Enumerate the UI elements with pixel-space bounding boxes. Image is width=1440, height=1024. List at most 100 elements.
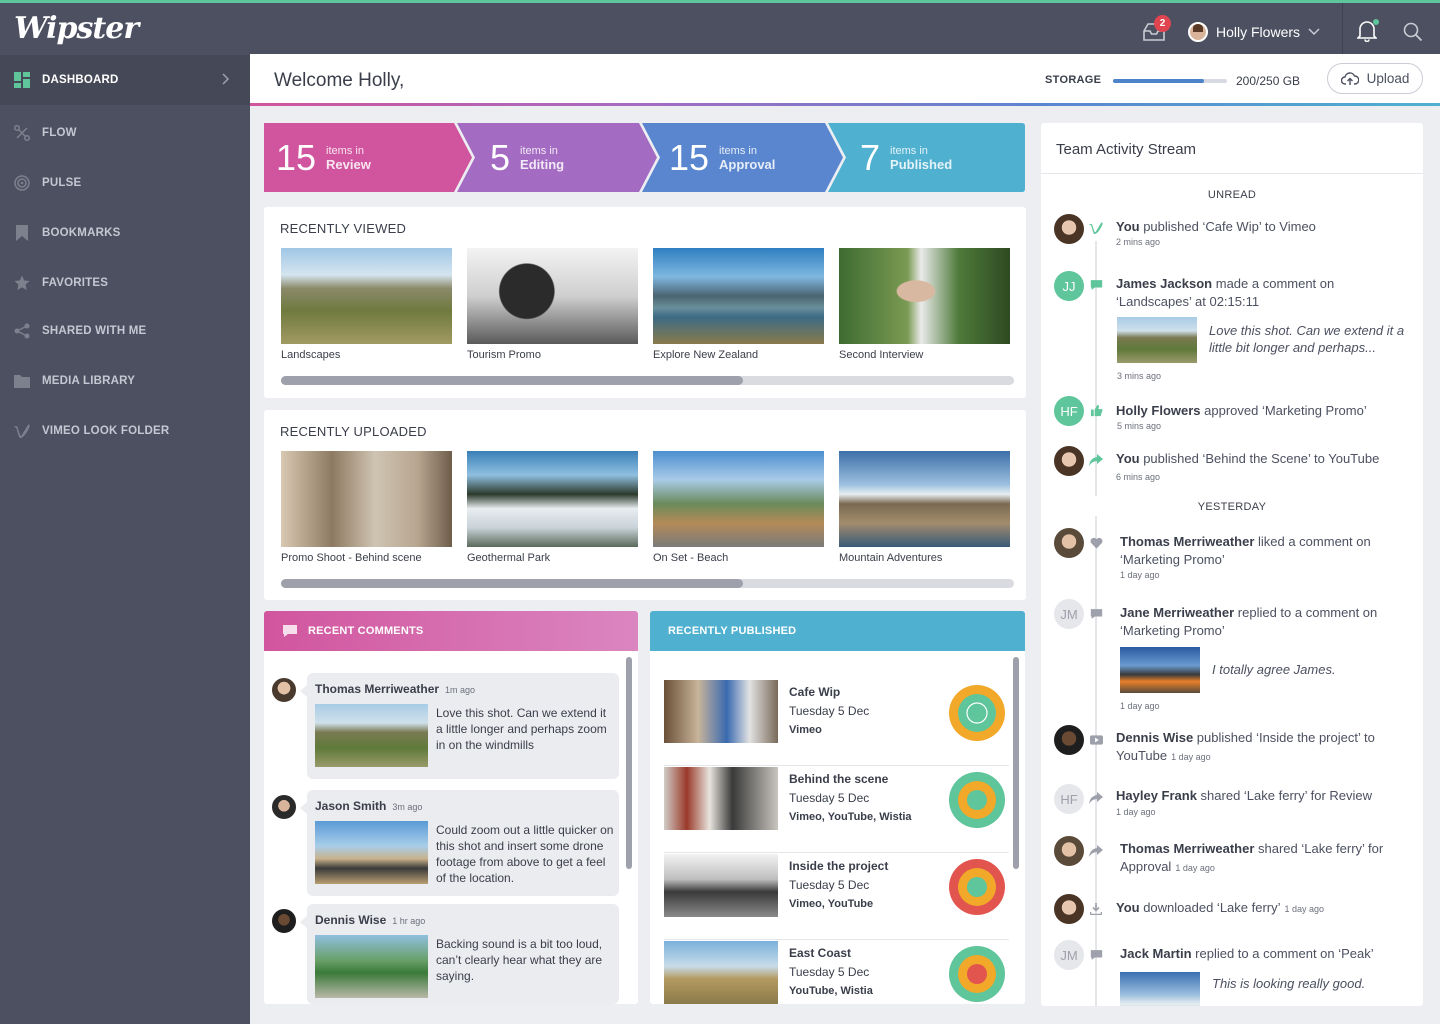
welcome-bar: Welcome Holly, STORAGE 200/250 GB Upload: [250, 54, 1440, 106]
panel-header: RECENTLY PUBLISHED: [650, 611, 1025, 651]
horizontal-scrollbar[interactable]: [281, 579, 1014, 588]
pipeline-stage-published[interactable]: 7 items inPublished: [860, 123, 952, 192]
avatar: [1054, 528, 1084, 558]
stage-label: items inReview: [326, 145, 371, 171]
activity-thumbnail[interactable]: [1117, 317, 1197, 363]
comment-card[interactable]: Jason Smith3m ago Could zoom out a littl…: [307, 790, 619, 896]
activity-text: Thomas Merriweather shared ‘Lake ferry’ …: [1120, 840, 1417, 877]
sidebar-item-shared[interactable]: SHARED WITH ME: [0, 306, 250, 356]
published-title: Behind the scene: [789, 772, 888, 786]
team-activity-stream: Team Activity Stream UNREAD YESTERDAY Yo…: [1041, 123, 1423, 1006]
upload-label: Upload: [1367, 71, 1410, 86]
sidebar-item-bookmarks[interactable]: BOOKMARKS: [0, 208, 250, 258]
avatar: [1054, 725, 1084, 755]
comment-author: Dennis Wise1 hr ago: [315, 913, 425, 927]
sidebar-item-favorites[interactable]: FAVORITES: [0, 258, 250, 308]
sidebar-item-label: FLOW: [42, 127, 77, 139]
sidebar-item-label: DASHBOARD: [42, 74, 119, 86]
divider: [1342, 3, 1343, 54]
activity-thumbnail[interactable]: [1120, 647, 1200, 693]
video-thumbnail[interactable]: [653, 248, 824, 344]
comment-thumbnail[interactable]: [315, 821, 428, 884]
video-thumbnail[interactable]: [281, 451, 452, 547]
comment-icon: [1089, 607, 1103, 621]
video-thumbnail[interactable]: [839, 451, 1010, 547]
published-date: Tuesday 5 Dec: [789, 704, 869, 718]
chevron-down-icon: [1308, 28, 1320, 36]
activity-thumbnail[interactable]: [1120, 972, 1200, 1006]
search-icon[interactable]: [1403, 22, 1423, 42]
vertical-scrollbar[interactable]: [626, 657, 632, 869]
video-thumbnail[interactable]: [664, 680, 778, 743]
activity-time: 1 day ago: [1116, 807, 1156, 817]
pipeline-stage-editing[interactable]: 5 items inEditing: [490, 123, 564, 192]
panel-title: RECENTLY PUBLISHED: [668, 625, 796, 637]
upload-button[interactable]: Upload: [1327, 63, 1423, 94]
sidebar-item-flow[interactable]: FLOW: [0, 108, 250, 158]
comment-card[interactable]: Dennis Wise1 hr ago Backing sound is a b…: [307, 904, 619, 1004]
sidebar-item-dashboard[interactable]: DASHBOARD: [0, 55, 250, 105]
video-thumbnail[interactable]: [653, 451, 824, 547]
video-thumbnail[interactable]: [839, 248, 1010, 344]
heart-icon: [1089, 536, 1103, 550]
video-caption: Landscapes: [281, 349, 340, 361]
stage-count: 15: [276, 137, 316, 179]
panel-header: RECENT COMMENTS: [264, 611, 638, 651]
avatar: [1054, 446, 1084, 476]
stage-count: 7: [860, 137, 880, 179]
video-caption: Tourism Promo: [467, 349, 541, 361]
activity-time: 1 day ago: [1175, 863, 1215, 873]
video-thumbnail[interactable]: [281, 248, 452, 344]
comment-card[interactable]: Thomas Merriweather1m ago Love this shot…: [307, 673, 619, 779]
video-thumbnail[interactable]: [467, 451, 638, 547]
video-thumbnail[interactable]: [664, 767, 778, 830]
published-item[interactable]: Cafe Wip Tuesday 5 Dec Vimeo: [664, 680, 1009, 766]
scrollbar-thumb[interactable]: [281, 376, 743, 385]
vimeo-icon: [14, 423, 30, 439]
storage-progress-fill: [1113, 79, 1204, 83]
video-thumbnail[interactable]: [664, 941, 778, 1004]
pipeline-stage-review[interactable]: 15 items inReview: [276, 123, 371, 192]
share-arrow-icon: [1089, 844, 1103, 858]
group-label-yesterday: YESTERDAY: [1041, 501, 1423, 513]
share-arrow-icon: [1089, 791, 1103, 805]
comment-time: 1 hr ago: [392, 916, 425, 926]
video-caption: On Set - Beach: [653, 552, 728, 564]
published-item[interactable]: East Coast Tuesday 5 Dec YouTube, Wistia: [664, 941, 1009, 1024]
vertical-scrollbar[interactable]: [1013, 657, 1019, 869]
activity-text: Thomas Merriweather liked a comment on ‘…: [1120, 533, 1417, 569]
activity-quote: I totally agree James.: [1212, 661, 1412, 678]
notification-dot: [1373, 19, 1379, 25]
sidebar-item-label: FAVORITES: [42, 277, 108, 289]
video-thumbnail[interactable]: [664, 854, 778, 917]
recently-uploaded-card: RECENTLY UPLOADED Promo Shoot - Behind s…: [264, 410, 1026, 600]
activity-text: You published ‘Cafe Wip’ to Vimeo: [1116, 218, 1413, 236]
video-thumbnail[interactable]: [467, 248, 638, 344]
avatar: [1188, 22, 1208, 42]
activity-time: 3 mins ago: [1117, 371, 1161, 381]
sidebar-item-pulse[interactable]: PULSE: [0, 158, 250, 208]
activity-quote: Love this shot. Can we extend it a littl…: [1209, 322, 1409, 356]
avatar: [270, 676, 298, 704]
dashboard-icon: [14, 72, 30, 88]
pipeline-stage-approval[interactable]: 15 items inApproval: [669, 123, 775, 192]
sidebar-item-media-library[interactable]: MEDIA LIBRARY: [0, 356, 250, 406]
storage-progress-bar: [1113, 79, 1227, 83]
horizontal-scrollbar[interactable]: [281, 376, 1014, 385]
activity-time: 1 day ago: [1120, 701, 1160, 711]
published-item[interactable]: Inside the project Tuesday 5 Dec Vimeo, …: [664, 854, 1009, 940]
activity-text: Jack Martin replied to a comment on ‘Pea…: [1120, 945, 1417, 963]
comment-icon: [282, 624, 298, 638]
timeline-line: [1095, 516, 1097, 1006]
user-menu[interactable]: Holly Flowers: [1188, 21, 1320, 43]
scrollbar-thumb[interactable]: [281, 579, 743, 588]
user-name: Holly Flowers: [1216, 24, 1300, 40]
published-item[interactable]: Behind the scene Tuesday 5 Dec Vimeo, Yo…: [664, 767, 1009, 853]
activity-text: You published ‘Behind the Scene’ to YouT…: [1116, 450, 1413, 468]
wipster-logo[interactable]: Wipster: [14, 11, 138, 46]
avatar: [270, 907, 298, 935]
comment-author: Jason Smith3m ago: [315, 799, 422, 813]
comment-thumbnail[interactable]: [315, 704, 428, 767]
comment-thumbnail[interactable]: [315, 935, 428, 998]
sidebar-item-vimeo-look-folder[interactable]: VIMEO LOOK FOLDER: [0, 406, 250, 456]
